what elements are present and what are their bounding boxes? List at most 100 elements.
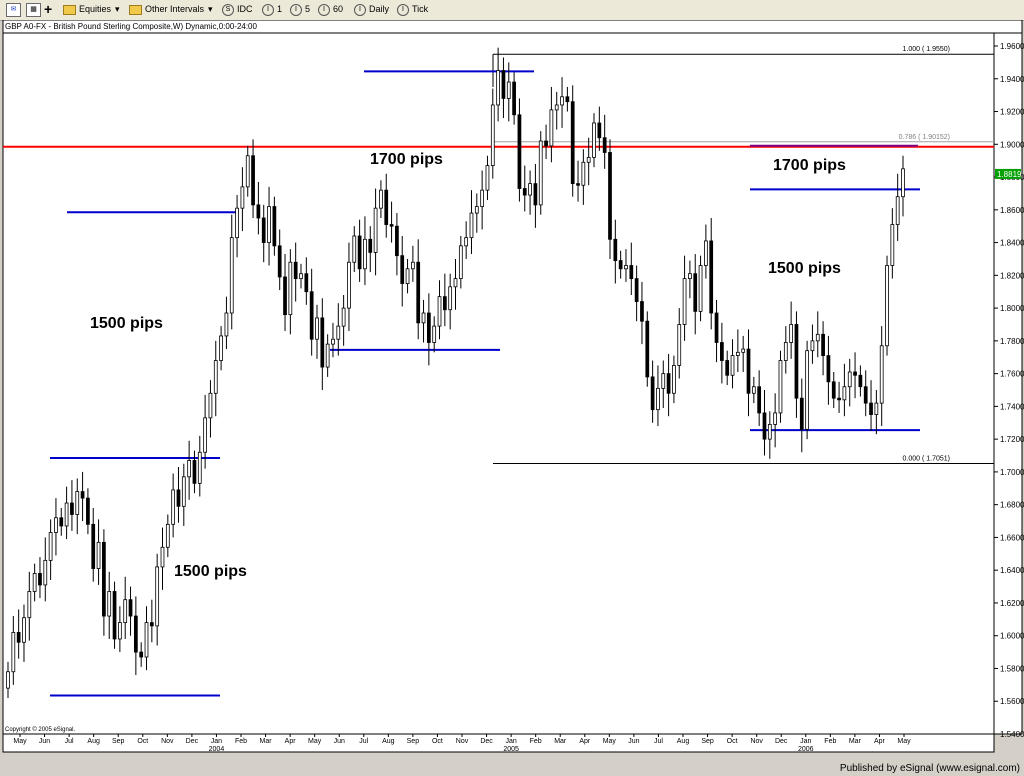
candle-body <box>842 386 847 401</box>
candle-body <box>522 188 527 196</box>
folder-icon <box>129 4 142 15</box>
time-axis <box>2 733 995 753</box>
candle-body <box>59 517 64 527</box>
candle-body <box>624 265 628 270</box>
last-price-label: 1.8819 <box>997 170 1022 179</box>
interval-button-idc[interactable]: S IDC <box>222 2 253 17</box>
candle-body <box>650 376 655 411</box>
x-tick-label: Nov <box>750 738 763 745</box>
y-tick-label: 1.9400 <box>1000 75 1024 84</box>
x-tick-label: Jan <box>505 738 516 745</box>
candle-body <box>847 371 852 388</box>
candle-body <box>80 491 85 499</box>
y-tick-label: 1.9000 <box>1000 140 1024 149</box>
candle-body <box>426 312 431 343</box>
candle-body <box>219 335 223 361</box>
candle-body <box>874 402 879 415</box>
x-tick-label: Feb <box>530 738 542 745</box>
candle-body <box>123 599 128 624</box>
candle-body <box>767 423 772 440</box>
x-tick-label: Sep <box>701 738 714 745</box>
candle-body <box>762 412 767 440</box>
candle-body <box>815 333 820 342</box>
candle-body <box>293 261 298 280</box>
candle-body <box>890 224 895 266</box>
candle-body <box>565 96 570 103</box>
interval-button-daily[interactable]: I Daily <box>354 2 389 17</box>
candle-body <box>357 235 362 270</box>
candle-body <box>634 278 639 302</box>
candle-body <box>751 386 756 394</box>
candle-body <box>320 317 325 368</box>
chart-settings-icon[interactable]: ▦ <box>26 2 41 17</box>
candle-body <box>352 235 357 263</box>
candle-body <box>485 165 490 191</box>
candle-body <box>277 245 282 278</box>
y-tick-label: 1.6000 <box>1000 632 1024 641</box>
y-tick-label: 1.8200 <box>1000 271 1024 280</box>
candle-body <box>197 451 202 484</box>
candle-body <box>70 502 74 515</box>
candle-body <box>283 276 287 316</box>
candle-body <box>432 325 437 343</box>
x-tick-label: Oct <box>432 738 443 745</box>
candle-body <box>496 70 500 106</box>
candle-body <box>48 532 53 561</box>
candle-body <box>91 523 96 569</box>
candle-body <box>549 109 554 147</box>
candle-body <box>501 70 506 99</box>
candle-body <box>139 651 144 658</box>
interval-button-tick[interactable]: I Tick <box>397 2 428 17</box>
candle-body <box>469 212 474 239</box>
candle-body <box>411 261 415 270</box>
candle-body <box>794 324 799 399</box>
pips-annotation: 1700 pips <box>370 151 443 168</box>
interval-button-60[interactable]: I 60 <box>318 2 343 17</box>
year-label: 2006 <box>798 746 814 753</box>
y-tick-label: 1.9200 <box>1000 108 1024 117</box>
interval-icon: I <box>354 3 366 16</box>
candle-body <box>613 238 618 261</box>
x-tick-label: Apr <box>285 738 297 745</box>
link-icon[interactable]: ✉ <box>6 2 21 17</box>
candle-body <box>171 489 176 525</box>
candle-body <box>586 156 591 163</box>
candle-body <box>661 373 666 389</box>
interval-button-5[interactable]: I5 <box>290 2 310 17</box>
y-tick-label: 1.7400 <box>1000 402 1024 411</box>
interval-menu-button[interactable]: Other Intervals ▾ <box>129 2 213 17</box>
candle-body <box>682 278 687 325</box>
y-tick-label: 1.8600 <box>1000 206 1024 215</box>
folder-icon <box>63 4 76 15</box>
candle-body <box>506 81 511 99</box>
x-tick-label: Mar <box>554 738 567 745</box>
y-tick-label: 1.8400 <box>1000 239 1024 248</box>
candle-body <box>421 312 426 324</box>
candle-body <box>831 381 836 399</box>
toolbar: ✉ ▦ + Equities ▾ Other Intervals ▾ S IDC … <box>0 0 1024 21</box>
x-tick-label: Jul <box>359 738 368 745</box>
candle-body <box>895 196 900 225</box>
candle-body <box>885 265 889 347</box>
button-label: 60 <box>333 4 344 14</box>
x-tick-label: Dec <box>480 738 493 745</box>
candle-body <box>741 348 746 353</box>
interval-button-1[interactable]: I1 <box>262 2 282 17</box>
symbol-menu-button[interactable]: Equities ▾ <box>63 2 120 17</box>
x-tick-label: Sep <box>112 738 125 745</box>
candle-body <box>778 360 783 414</box>
candle-body <box>869 402 873 415</box>
candle-body <box>688 273 692 280</box>
add-icon[interactable]: + <box>44 2 52 17</box>
candle-body <box>597 122 602 139</box>
candle-body <box>826 355 831 383</box>
price-chart[interactable]: GBP A0-FX - British Pound Sterling Compo… <box>0 20 1024 762</box>
candle-body <box>709 240 714 314</box>
copyright-text: Copyright © 2005 eSignal. <box>5 726 75 733</box>
candle-body <box>54 517 58 533</box>
candle-body <box>480 189 485 207</box>
candle-body <box>400 255 405 284</box>
x-tick-label: Oct <box>137 738 148 745</box>
x-tick-label: Aug <box>382 738 395 745</box>
candle-body <box>118 622 122 640</box>
